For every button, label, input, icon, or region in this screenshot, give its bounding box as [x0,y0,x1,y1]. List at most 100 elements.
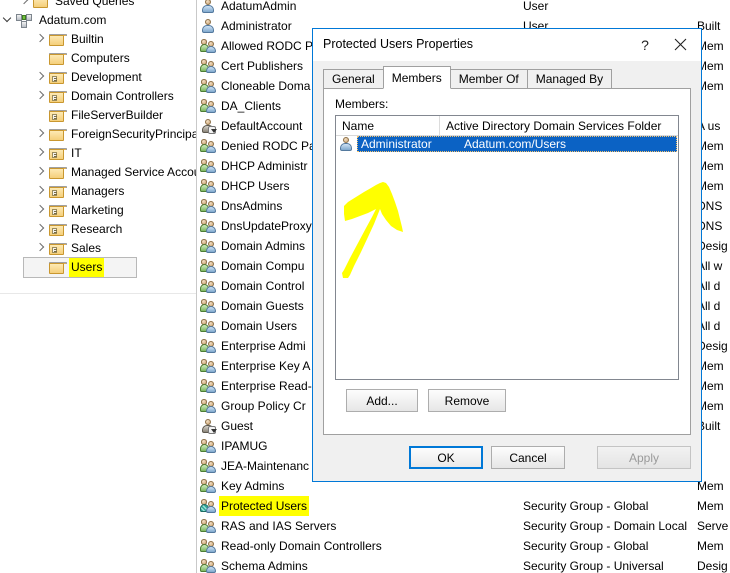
tab-managed-by[interactable]: Managed By [526,69,613,89]
ou-folder-icon [48,70,67,86]
list-item-type: Security Group - Universal [523,559,664,573]
column-header-folder[interactable]: Active Directory Domain Services Folder [440,116,678,136]
group-icon [200,438,217,454]
group-icon [200,398,217,414]
tab-members[interactable]: Members [382,66,451,89]
list-item-name-cell: Domain Compu [200,256,306,276]
domain-icon [16,13,34,29]
help-icon[interactable]: ? [628,29,662,60]
close-icon[interactable] [663,29,697,60]
ou-folder-icon [48,108,67,124]
chevron-right-icon[interactable] [32,144,48,163]
list-item-label: Domain Users [221,319,298,333]
list-item-label: DA_Clients [221,99,282,113]
add-button[interactable]: Add... [346,389,418,412]
sidebar-item-label: Managers [71,184,125,198]
sidebar-item-label: Computers [71,51,130,65]
remove-button[interactable]: Remove [428,389,506,412]
sidebar-item-users[interactable]: Users [23,257,137,278]
chevron-down-icon[interactable] [0,11,16,30]
sidebar-item-managed-service-accounts[interactable]: Managed Service Accounts [0,163,196,182]
sidebar-item-saved-queries[interactable]: Saved Queries [0,0,196,11]
list-item-name-cell: Administrator [200,16,294,36]
list-item-name-cell: Enterprise Key A [200,356,312,376]
sidebar-item-marketing[interactable]: Marketing [0,201,196,220]
list-item-description: Mem [697,499,724,513]
members-listview[interactable]: Name Active Directory Domain Services Fo… [335,115,679,380]
list-item-type: User [523,0,549,13]
list-item-label: Enterprise Admi [221,339,306,353]
chevron-right-icon[interactable] [32,68,48,87]
chevron-right-icon[interactable] [32,201,48,220]
list-item-label: Domain Control [221,279,305,293]
list-item-label: Allowed RODC P [221,39,314,53]
list-item-label: Group Policy Cr [221,399,306,413]
list-item-label: Domain Admins [221,239,306,253]
list-item-name-cell: Protected Users [200,496,310,516]
tab-general[interactable]: General [323,69,384,89]
chevron-right-icon[interactable] [32,30,48,49]
apply-button[interactable]: Apply [597,446,691,469]
list-item[interactable]: AdatumAdmin User [196,0,730,16]
chevron-right-icon[interactable] [32,163,48,182]
member-name: Administrator [361,137,432,151]
list-item[interactable]: Read-only Domain Controllers Security Gro… [196,536,730,556]
sidebar-item-foreignsecurityprincipals[interactable]: ForeignSecurityPrincipals [0,125,196,144]
chevron-right-icon[interactable] [32,125,48,144]
sidebar-item-managers[interactable]: Managers [0,182,196,201]
ou-folder-icon [48,241,67,257]
list-item-name-cell: AdatumAdmin [200,0,298,16]
dialog-title: Protected Users Properties [323,37,474,51]
dialog-body: General Members Member Of Managed By Member… [313,61,701,481]
list-item-type: Security Group - Domain Local [523,519,688,533]
ok-button[interactable]: OK [409,446,483,469]
sidebar-item-label: Adatum.com [39,13,107,27]
sidebar-item-it[interactable]: IT [0,144,196,163]
list-item-name-cell: Enterprise Admi [200,336,308,356]
chevron-right-icon[interactable] [32,182,48,201]
list-item-label: JEA-Maintenanc [221,459,310,473]
list-item-label: Cert Publishers [221,59,304,73]
sidebar-item-computers[interactable]: Computers [0,49,196,68]
list-item[interactable]: Protected Users Security Group - Global Me… [196,496,730,516]
member-row[interactable]: Administrator Adatum.com/Users [336,136,678,152]
sidebar-item-fileserverbuilder[interactable]: FileServerBuilder [0,106,196,125]
chevron-right-icon[interactable] [32,87,48,106]
sidebar-item-domain-controllers[interactable]: Domain Controllers [0,87,196,106]
sidebar-item-label: IT [71,146,82,160]
tab-member-of[interactable]: Member Of [449,69,528,89]
list-item-name-cell: DA_Clients [200,96,283,116]
chevron-right-icon[interactable] [16,0,32,11]
sidebar-item-adatum-com[interactable]: Adatum.com [0,11,196,30]
list-item-label: Schema Admins [221,559,308,573]
list-item-label: Protected Users [219,496,310,516]
sidebar-item-builtin[interactable]: Builtin [0,30,196,49]
list-item-name-cell: DHCP Administr [200,156,309,176]
sidebar-item-research[interactable]: Research [0,220,196,239]
group-icon [200,378,217,394]
group-icon [200,558,217,573]
cancel-button[interactable]: Cancel [491,446,565,469]
group-icon [200,138,217,154]
list-item[interactable]: Schema Admins Security Group - Universal D… [196,556,730,573]
list-item[interactable]: RAS and IAS Servers Security Group - Doma… [196,516,730,536]
dialog-tabstrip: General Members Member Of Managed By [323,66,691,89]
dialog-title-bar[interactable]: Protected Users Properties ? [313,29,701,61]
list-item-name-cell: Read-only Domain Controllers [200,536,384,556]
group-icon [200,298,217,314]
group-icon [200,158,217,174]
list-item-label: DHCP Administr [221,159,308,173]
sidebar-item-sales[interactable]: Sales [0,239,196,258]
user-icon [200,0,217,14]
sidebar-item-development[interactable]: Development [0,68,196,87]
list-item-label: Enterprise Read- [221,379,312,393]
list-item-label: Enterprise Key A [221,359,311,373]
chevron-right-icon[interactable] [32,220,48,239]
list-item-label: Read-only Domain Controllers [221,539,382,553]
group-icon [200,58,217,74]
chevron-right-icon[interactable] [32,239,48,258]
list-item-label: Denied RODC Pa [221,139,316,153]
column-header-name[interactable]: Name [336,116,440,136]
